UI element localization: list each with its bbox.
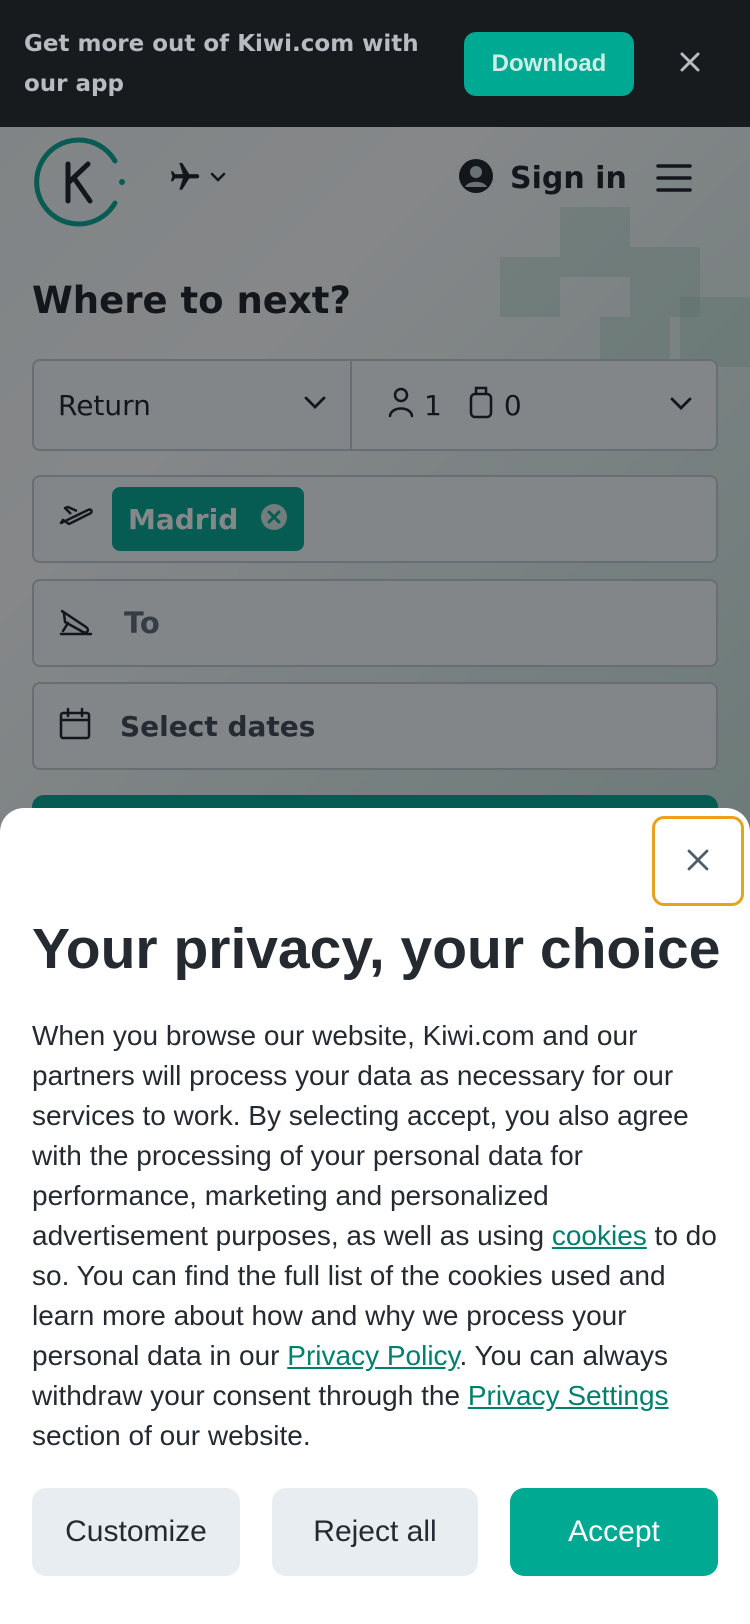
privacy-settings-link[interactable]: Privacy Settings (468, 1380, 669, 1411)
app-banner: Get more out of Kiwi.com with our app Do… (0, 0, 750, 127)
close-icon[interactable] (674, 46, 706, 78)
dialog-body: When you browse our website, Kiwi.com an… (32, 1016, 722, 1456)
dialog-close-button[interactable] (652, 816, 744, 906)
reject-all-button[interactable]: Reject all (272, 1488, 478, 1576)
privacy-consent-dialog: Your privacy, your choice When you brows… (0, 808, 750, 1624)
cookies-link[interactable]: cookies (552, 1220, 647, 1251)
download-app-button[interactable]: Download (464, 32, 634, 96)
body-text: section of our website. (32, 1420, 311, 1451)
dialog-title: Your privacy, your choice (32, 917, 721, 981)
customize-button[interactable]: Customize (32, 1488, 240, 1576)
privacy-policy-link[interactable]: Privacy Policy (287, 1340, 459, 1371)
banner-text: Get more out of Kiwi.com with our app (24, 31, 419, 97)
body-text: When you browse our website, Kiwi.com an… (32, 1020, 689, 1251)
close-icon (684, 846, 712, 877)
accept-button[interactable]: Accept (510, 1488, 718, 1576)
